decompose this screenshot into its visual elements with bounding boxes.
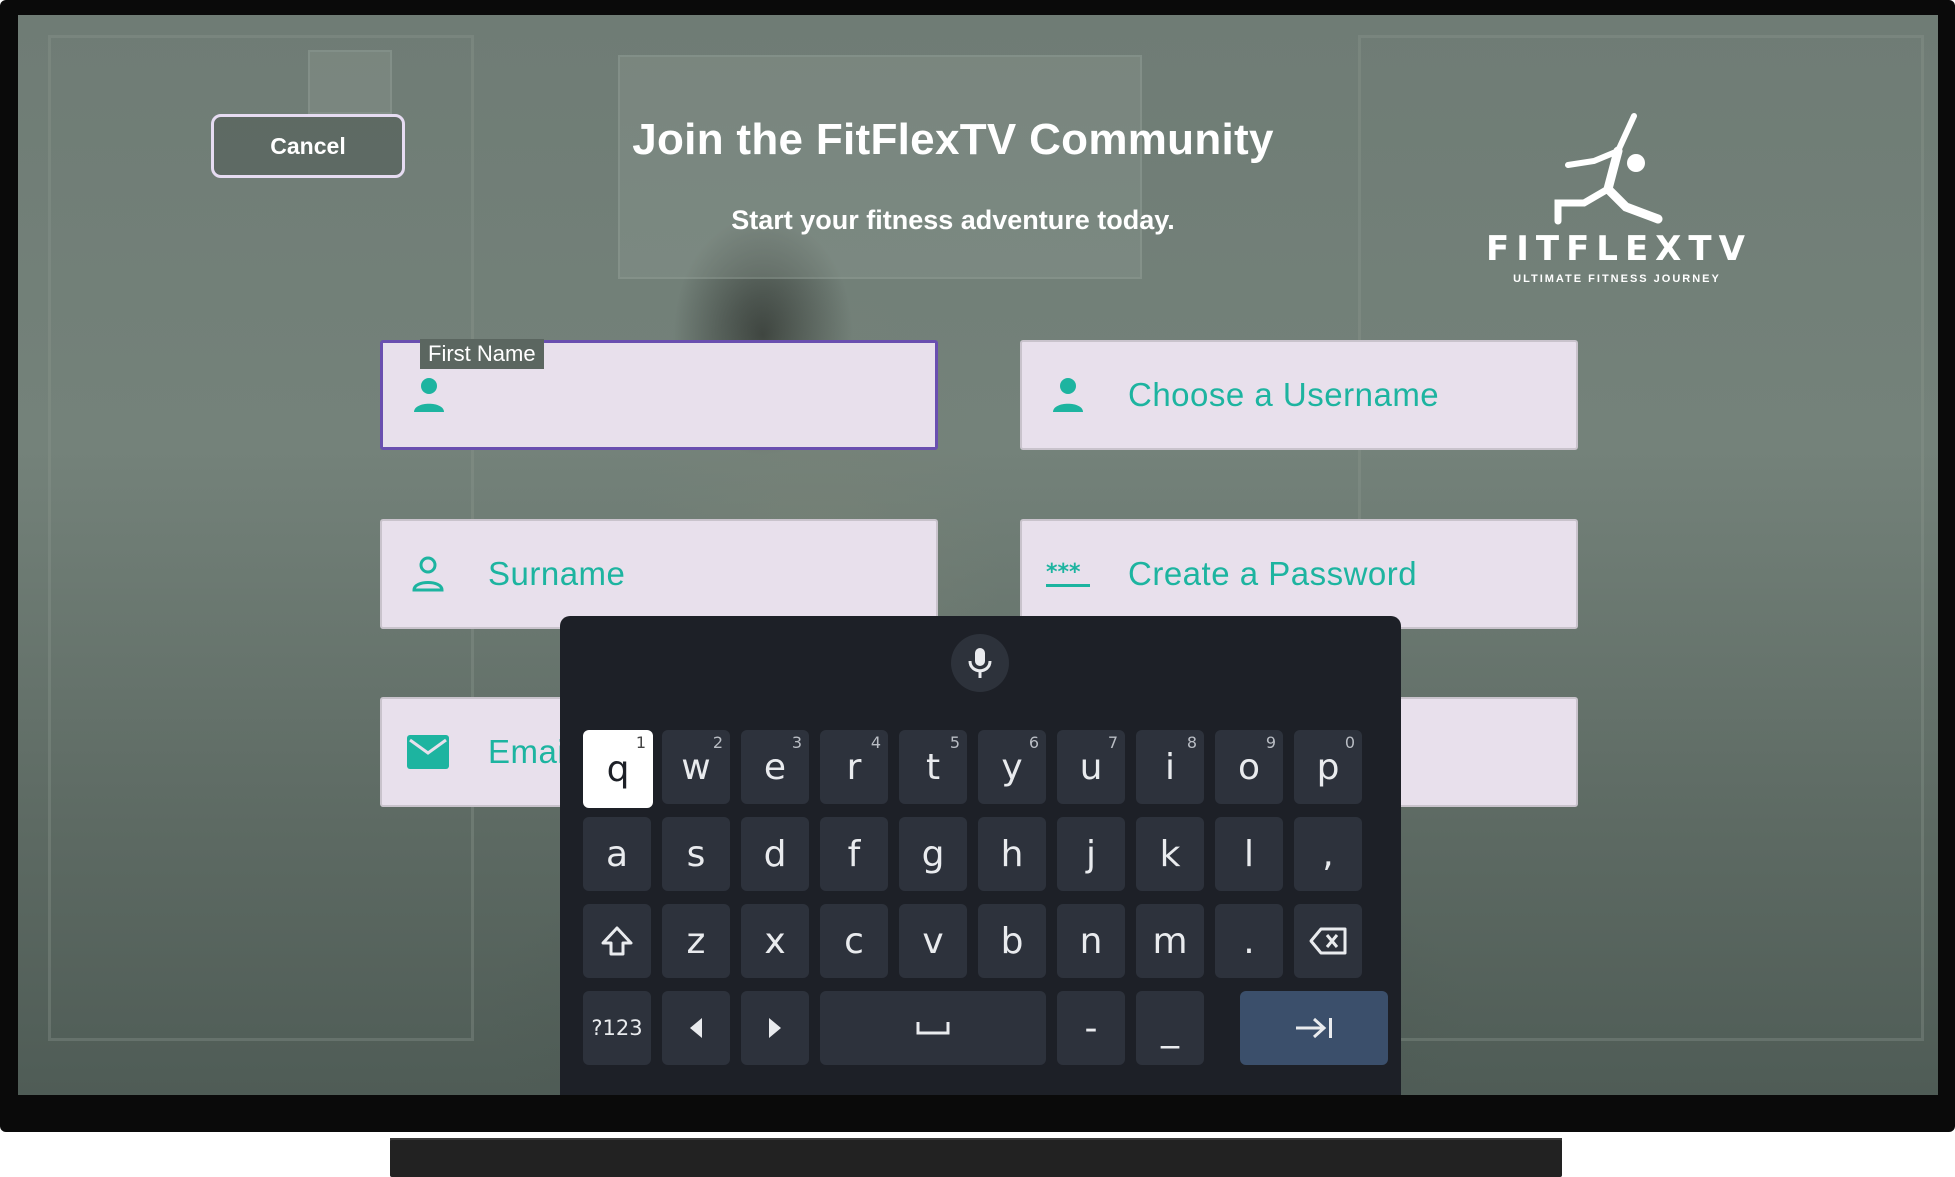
space-key[interactable] [820,991,1046,1065]
key-x[interactable]: x [741,904,809,978]
microphone-icon [968,648,992,678]
key-k[interactable]: k [1136,817,1204,891]
key-c[interactable]: c [820,904,888,978]
backspace-icon [1309,927,1347,955]
key-o[interactable]: o9 [1215,730,1283,804]
shift-icon [601,926,633,956]
person-outline-icon [406,552,450,596]
first-name-label: First Name [420,339,544,369]
key-i[interactable]: i8 [1136,730,1204,804]
key-g[interactable]: g [899,817,967,891]
arrow-right-icon [769,1018,781,1038]
key-p[interactable]: p0 [1294,730,1362,804]
tv-stand [390,1140,1562,1177]
key-t[interactable]: t5 [899,730,967,804]
space-icon [916,1022,950,1035]
dash-key[interactable]: - [1057,991,1125,1065]
key-q[interactable]: q1 [583,730,653,808]
person-icon [1046,373,1090,417]
key-b[interactable]: b [978,904,1046,978]
password-field[interactable]: *** Create a Password [1020,519,1578,629]
tab-next-icon [1296,1017,1332,1039]
key-l[interactable]: l [1215,817,1283,891]
key-h[interactable]: h [978,817,1046,891]
svg-text:***: *** [1046,560,1081,585]
key-m[interactable]: m [1136,904,1204,978]
shift-key[interactable] [583,904,651,978]
fitflextv-logo: FITFLEXTV ULTIMATE FITNESS JOURNEY [1486,111,1748,291]
person-icon [407,373,451,417]
tv-frame: Cancel Join the FitFlexTV Community Star… [0,0,1955,1132]
background-frame [308,50,392,114]
surname-placeholder: Surname [488,555,626,592]
key-z[interactable]: z [662,904,730,978]
key-u[interactable]: u7 [1057,730,1125,804]
key-a[interactable]: a [583,817,651,891]
next-key[interactable] [1240,991,1388,1065]
key-n[interactable]: n [1057,904,1125,978]
key-w[interactable]: w2 [662,730,730,804]
email-icon [406,730,450,774]
key-comma[interactable]: , [1294,817,1362,891]
yoga-figure-icon [1554,113,1663,225]
key-r[interactable]: r4 [820,730,888,804]
password-icon: *** [1046,552,1090,596]
arrow-left-icon [690,1018,702,1038]
cursor-right-key[interactable] [741,991,809,1065]
username-field[interactable]: Choose a Username [1020,340,1578,450]
underscore-key[interactable]: _ [1136,991,1204,1065]
key-s[interactable]: s [662,817,730,891]
symbols-key[interactable]: ?123 [583,991,651,1065]
microphone-button[interactable] [951,634,1009,692]
password-placeholder: Create a Password [1128,555,1418,592]
surname-field[interactable]: Surname [380,519,938,629]
background-window [618,55,1142,279]
key-period[interactable]: . [1215,904,1283,978]
cursor-left-key[interactable] [662,991,730,1065]
logo-wordmark: FITFLEXTV [1486,229,1752,269]
email-placeholder: Emai [488,733,566,770]
on-screen-keyboard: q1 w2 e3 r4 t5 y6 u7 i8 o9 p0 a s d f g … [560,616,1401,1095]
key-j[interactable]: j [1057,817,1125,891]
logo-tagline: ULTIMATE FITNESS JOURNEY [1513,273,1721,285]
username-placeholder: Choose a Username [1128,376,1440,413]
key-f[interactable]: f [820,817,888,891]
key-e[interactable]: e3 [741,730,809,804]
key-y[interactable]: y6 [978,730,1046,804]
app-screen: Cancel Join the FitFlexTV Community Star… [18,15,1938,1095]
key-d[interactable]: d [741,817,809,891]
backspace-key[interactable] [1294,904,1362,978]
key-v[interactable]: v [899,904,967,978]
